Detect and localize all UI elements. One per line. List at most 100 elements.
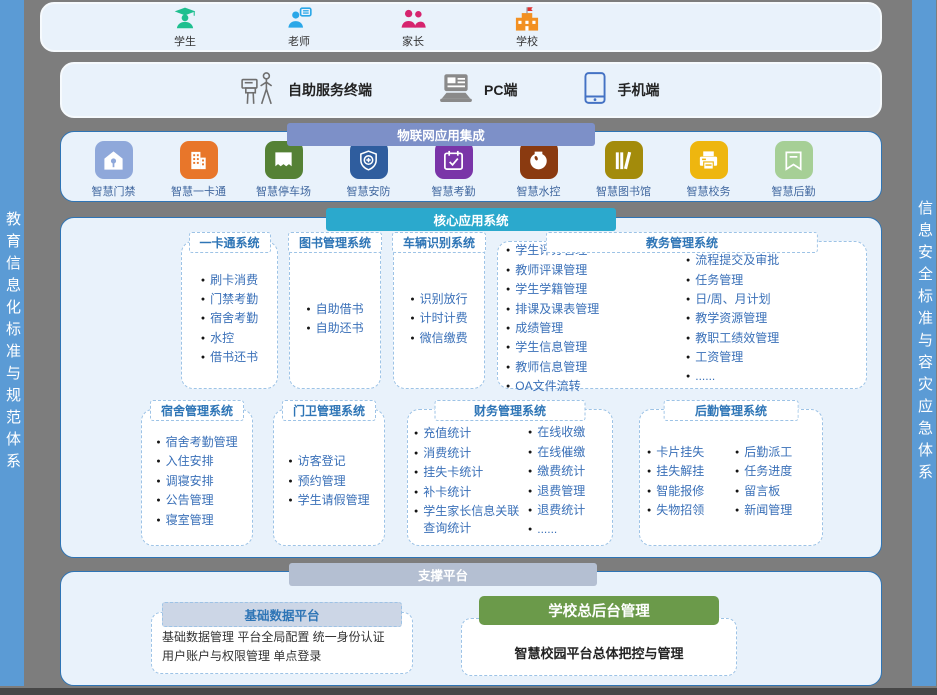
system-card: 门卫管理系统●访客登记●预约管理●学生请假管理 (273, 409, 385, 546)
feature-label: 学生请假管理 (298, 492, 370, 509)
bullet-icon: ● (414, 449, 418, 462)
feature-label: 学生信息管理 (515, 339, 587, 356)
school-icon (513, 6, 541, 33)
bullet-icon: ● (306, 324, 310, 337)
library-books-icon (605, 141, 643, 179)
left-standards-bar: 教育信息化标准与规范体系 (0, 0, 24, 686)
system-card-title: 图书管理系统 (288, 232, 382, 253)
bullet-icon: ● (735, 487, 739, 500)
feature-item: ●消费统计 (414, 445, 520, 462)
feature-label: 失物招领 (656, 502, 704, 519)
feature-column: ●后勤派工●任务进度●留言板●新闻管理 (735, 444, 815, 520)
bullet-icon: ● (414, 507, 418, 538)
user-type-item: 学生 (140, 6, 230, 49)
iot-module: 智慧图书馆 (581, 141, 666, 199)
feature-item: ●借书还书 (201, 349, 258, 366)
bullet-icon: ● (506, 266, 510, 279)
feature-label: 流程提交及审批 (695, 252, 779, 269)
feature-item: ●工资管理 (686, 349, 858, 366)
feature-label: 补卡统计 (423, 484, 471, 501)
core-systems-panel: 核心应用系统 一卡通系统●刷卡消费●门禁考勤●宿舍考勤●水控●借书还书图书管理系… (60, 217, 882, 558)
feature-item: ●学生家长信息关联查询统计 (414, 503, 520, 538)
parents-icon (400, 6, 427, 33)
user-type-item: 老师 (254, 6, 344, 49)
bullet-icon: ● (156, 457, 160, 470)
feature-column: ●充值统计●消费统计●挂失卡统计●补卡统计●学生家长信息关联查询统计 (414, 425, 520, 537)
feature-label: 充值统计 (423, 425, 471, 442)
feature-label: 教职工绩效管理 (695, 330, 779, 347)
bullet-icon: ● (686, 353, 690, 366)
feature-item: ●宿舍考勤 (201, 310, 258, 327)
parking-icon (265, 141, 303, 179)
logistics-flag-icon (775, 141, 813, 179)
feature-item: ●学生信息管理 (506, 339, 678, 356)
iot-banner: 物联网应用集成 (287, 123, 595, 146)
system-card-body: ●自助借书●自助还书 (290, 242, 380, 388)
iot-module: 智慧校务 (666, 141, 751, 199)
feature-item: ●退费统计 (528, 502, 606, 519)
bullet-icon: ● (410, 295, 414, 308)
feature-item: ●教师信息管理 (506, 359, 678, 376)
feature-column: ●访客登记●预约管理●学生请假管理 (288, 453, 369, 509)
onecard-icon (180, 141, 218, 179)
iot-module: 智慧考勤 (411, 141, 496, 199)
bullet-icon: ● (156, 477, 160, 490)
feature-item: ●卡片挂失 (647, 444, 727, 461)
feature-column: ●宿舍考勤管理●入住安排●调寝安排●公告管理●寝室管理 (156, 434, 237, 529)
system-card-title: 教务管理系统 (546, 232, 818, 253)
system-card-title: 后勤管理系统 (664, 400, 799, 421)
bullet-icon: ● (410, 314, 414, 327)
feature-item: ●缴费统计 (528, 463, 606, 480)
feature-item: ●访客登记 (288, 453, 369, 470)
feature-item: ●自助借书 (306, 301, 363, 318)
bullet-icon: ● (686, 276, 690, 289)
feature-label: 学生家长信息关联查询统计 (423, 503, 520, 538)
bullet-icon: ● (288, 477, 292, 490)
feature-label: 借书还书 (210, 349, 258, 366)
feature-item: ●挂失卡统计 (414, 464, 520, 481)
feature-column: ●自助借书●自助还书 (306, 301, 363, 338)
user-type-label: 家长 (402, 33, 424, 49)
iot-module-label: 智慧停车场 (256, 183, 311, 199)
system-card-body: ●识别放行●计时计费●微信缴费 (394, 242, 484, 388)
system-card-body: ●学生评分管理●教师评课管理●学生学籍管理●排课及课表管理●成绩管理●学生信息管… (498, 242, 866, 388)
bullet-icon: ● (647, 487, 651, 500)
feature-item: ●排课及课表管理 (506, 301, 678, 318)
feature-label: 入住安排 (166, 453, 214, 470)
feature-item: ●日/周、月计划 (686, 291, 858, 308)
bullet-icon: ● (686, 256, 690, 269)
right-security-label: 信息安全标准与容灾应急体系 (912, 200, 936, 486)
feature-label: 退费管理 (537, 483, 585, 500)
feature-item: ●识别放行 (410, 291, 467, 308)
bullet-icon: ● (686, 295, 690, 308)
feature-item: ●充值统计 (414, 425, 520, 442)
kiosk-icon (240, 70, 278, 111)
feature-item: ●退费管理 (528, 483, 606, 500)
bullet-icon: ● (528, 525, 532, 538)
security-shield-icon (350, 141, 388, 179)
access-control-icon (95, 141, 133, 179)
bullet-icon: ● (735, 506, 739, 519)
feature-label: 任务进度 (744, 463, 792, 480)
feature-item: ●OA文件流转 (506, 378, 678, 395)
feature-label: 学生学籍管理 (515, 281, 587, 298)
main-column: 学生老师家长学校 自助服务终端PC端手机端 物联网应用集成 智慧门禁智慧一卡通智… (38, 0, 886, 690)
iot-module-label: 智慧考勤 (432, 183, 476, 199)
feature-item: ●在线催缴 (528, 444, 606, 461)
platform-capability-line: 基础数据管理 平台全局配置 统一身份认证 (162, 628, 402, 647)
teacher-icon (286, 6, 313, 33)
system-card-body: ●充值统计●消费统计●挂失卡统计●补卡统计●学生家长信息关联查询统计●在线收缴●… (408, 410, 612, 545)
bullet-icon: ● (506, 382, 510, 395)
feature-item: ●留言板 (735, 483, 815, 500)
smart-campus-architecture-diagram: 教育信息化标准与规范体系 信息安全标准与容灾应急体系 学生老师家长学校 自助服务… (0, 0, 937, 695)
base-data-platform-title: 基础数据平台 (162, 602, 402, 627)
bullet-icon: ● (288, 457, 292, 470)
terminal-label: 自助服务终端 (288, 80, 372, 100)
feature-item: ●预约管理 (288, 473, 369, 490)
bullet-icon: ● (735, 448, 739, 461)
feature-label: 退费统计 (537, 502, 585, 519)
system-card: 图书管理系统●自助借书●自助还书 (289, 241, 381, 389)
phone-icon (583, 71, 607, 110)
system-card-body: ●宿舍考勤管理●入住安排●调寝安排●公告管理●寝室管理 (142, 410, 252, 545)
feature-item: ●后勤派工 (735, 444, 815, 461)
